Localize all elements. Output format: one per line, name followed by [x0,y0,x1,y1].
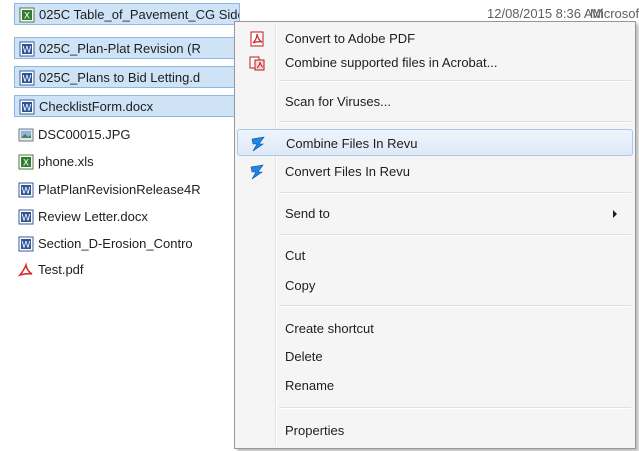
file-row-dsc00015[interactable]: DSC00015.JPG [14,124,240,146]
file-name: 025C_Plans to Bid Letting.d [39,70,201,85]
menu-item-delete[interactable]: Delete [237,343,633,370]
file-name: Section_D-Erosion_Contro [38,236,193,251]
image-file-icon [18,128,34,142]
file-name: 025C_Plan-Plat Revision (R [39,41,201,56]
menu-item-label: Scan for Viruses... [285,94,391,109]
file-row-test-pdf[interactable]: Test.pdf [14,259,240,281]
svg-text:X: X [24,11,30,21]
file-row-checklist-form[interactable]: W ChecklistForm.docx [14,95,240,117]
menu-item-label: Combine supported files in Acrobat... [285,55,498,70]
word-file-icon: W [18,209,34,225]
menu-item-label: Rename [285,378,335,393]
excel-file-icon: X [18,154,34,170]
menu-separator [279,192,631,194]
menu-item-label: Copy [285,278,316,293]
context-menu: Convert to Adobe PDF Combine supported f… [234,21,636,449]
menu-item-label: Send to [285,206,330,221]
menu-separator [279,305,631,307]
revu-icon [250,164,264,180]
menu-item-copy[interactable]: Copy [237,272,633,299]
menu-separator [279,121,631,123]
word-file-icon: W [19,70,35,86]
file-row-review-letter[interactable]: W Review Letter.docx [14,206,240,228]
file-name: ChecklistForm.docx [39,99,154,114]
menu-item-label: Delete [285,349,323,364]
menu-item-cut[interactable]: Cut [237,242,633,269]
file-name: 025C Table_of_Pavement_CG Sidewalk [39,7,239,22]
menu-item-label: Convert Files In Revu [285,164,410,179]
svg-text:W: W [22,240,31,250]
svg-text:W: W [23,103,32,113]
svg-text:X: X [23,158,29,168]
svg-text:W: W [22,186,31,196]
acrobat-combine-icon [249,56,265,71]
file-row-table-pavement[interactable]: X 025C Table_of_Pavement_CG Sidewalk [14,3,240,25]
file-row-section-d-erosion[interactable]: W Section_D-Erosion_Contro [14,233,240,255]
menu-item-send-to[interactable]: Send to [237,200,633,227]
word-file-icon: W [19,99,35,115]
excel-file-icon: X [19,7,35,23]
file-name: PlatPlanRevisionRelease4R [38,182,201,197]
menu-separator [279,80,631,82]
file-name: DSC00015.JPG [38,127,131,142]
file-row-plans-bid-letting[interactable]: W 025C_Plans to Bid Letting.d [14,66,240,88]
acrobat-pdf-icon [250,31,264,47]
file-name: Review Letter.docx [38,209,148,224]
svg-text:W: W [23,45,32,55]
menu-item-properties[interactable]: Properties [237,417,633,444]
word-file-icon: W [18,236,34,252]
pdf-file-icon [18,261,33,277]
word-file-icon: W [18,182,34,198]
menu-item-label: Cut [285,248,306,263]
menu-item-label: Create shortcut [285,321,374,336]
menu-item-create-shortcut[interactable]: Create shortcut [237,315,633,342]
menu-item-rename[interactable]: Rename [237,372,633,399]
menu-item-label: Combine Files In Revu [286,136,418,151]
menu-item-label: Properties [285,423,345,438]
revu-icon [251,136,265,152]
menu-item-convert-files-in-revu[interactable]: Convert Files In Revu [237,158,633,185]
menu-separator [279,407,631,409]
submenu-arrow-icon [613,210,617,218]
menu-item-scan-for-viruses[interactable]: Scan for Viruses... [237,88,633,115]
menu-item-combine-in-acrobat[interactable]: Combine supported files in Acrobat... [237,49,633,76]
file-row-platplan-revision-release[interactable]: W PlatPlanRevisionRelease4R [14,179,240,201]
word-file-icon: W [19,41,35,57]
menu-item-convert-to-adobe-pdf[interactable]: Convert to Adobe PDF [237,25,633,52]
menu-item-label: Convert to Adobe PDF [285,31,416,46]
menu-separator [279,234,631,236]
svg-text:W: W [22,213,31,223]
file-name: Test.pdf [38,262,84,277]
file-name: phone.xls [38,154,94,169]
file-row-plan-plat-revision[interactable]: W 025C_Plan-Plat Revision (R [14,37,240,59]
menu-item-combine-files-in-revu[interactable]: Combine Files In Revu [237,129,633,156]
svg-text:W: W [23,74,32,84]
file-row-phone[interactable]: Xphone.xls [14,151,240,173]
